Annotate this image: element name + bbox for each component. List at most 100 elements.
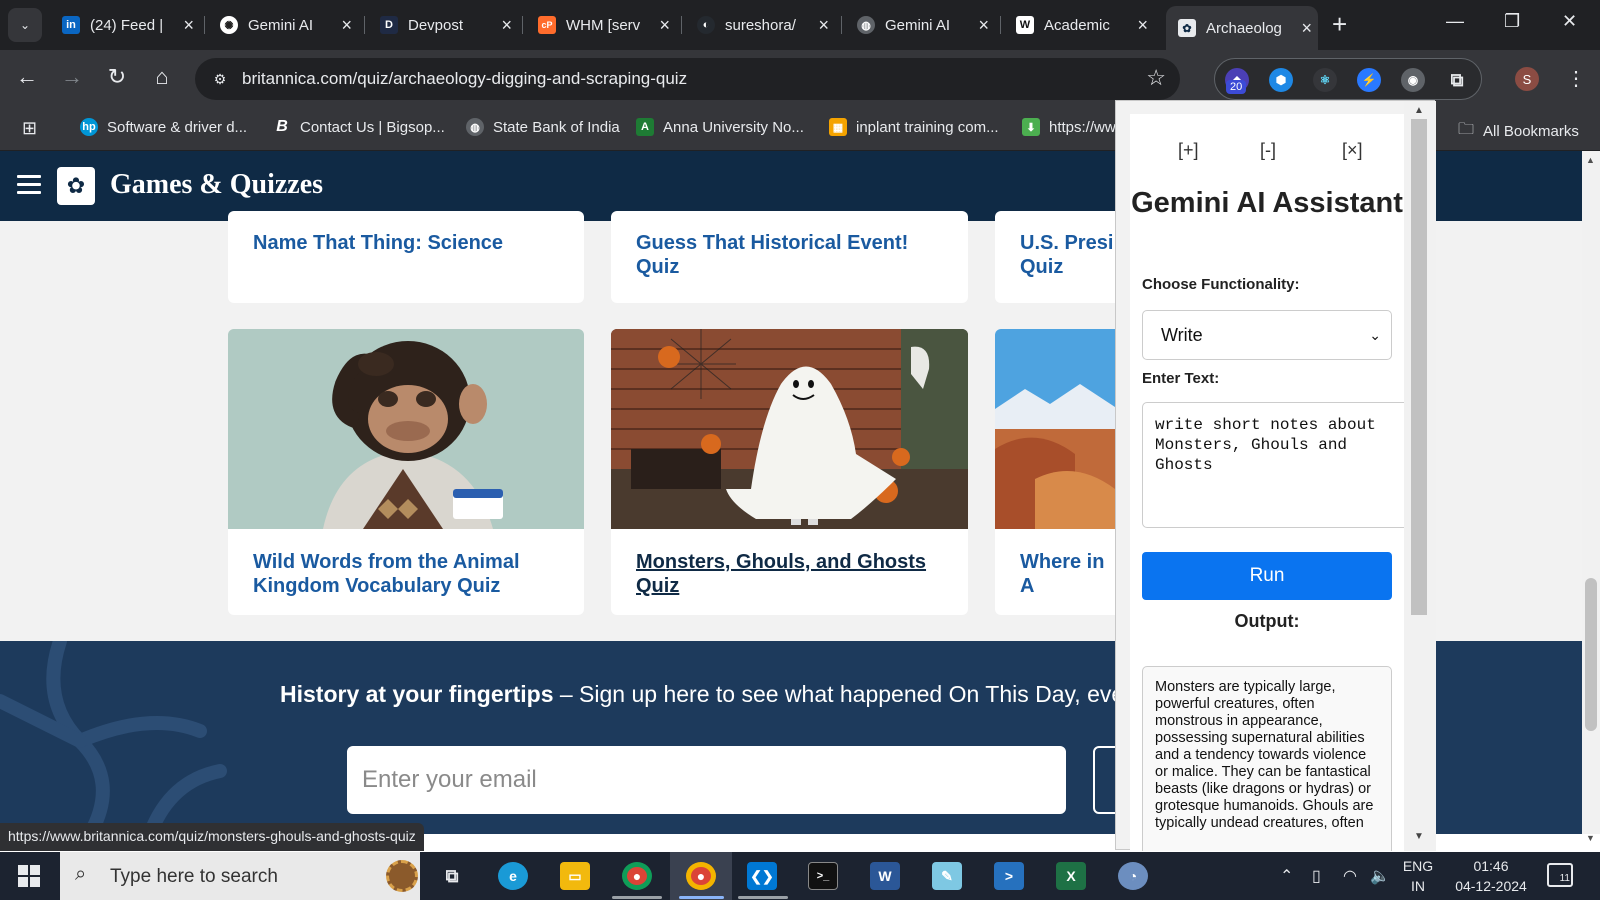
task-view-icon[interactable]: ⧉ [437,862,467,890]
clock[interactable]: 01:46 04-12-2024 [1446,858,1536,894]
newsletter-tagline: – Sign up here to see what happened On T… [553,681,1144,707]
address-bar[interactable]: ⚙ britannica.com/quiz/archaeology-diggin… [195,58,1180,100]
notepad-icon[interactable]: ✎ [932,862,962,890]
prompt-textarea[interactable]: write short notes about Monsters, Ghouls… [1142,402,1404,528]
tab-title: (24) Feed | [90,16,164,34]
ghost-costume-photo[interactable] [611,329,968,529]
close-tab-icon[interactable]: × [183,15,194,36]
tab-devpost[interactable]: D Devpost × [368,8,518,42]
bookmark-sbi[interactable]: ◍ State Bank of India [466,118,620,136]
windows-start-icon[interactable] [18,865,40,887]
page-scrollbar-thumb[interactable] [1585,578,1597,731]
close-tab-icon[interactable]: × [1301,18,1312,39]
menu-kebab-icon[interactable]: ⋮ [1566,66,1586,91]
edge-icon[interactable]: e [498,862,528,890]
bookmark-https[interactable]: ⬇ https://ww [1022,118,1116,136]
quiz-card-title[interactable]: U.S. Presi Quiz [1020,231,1120,279]
functionality-select[interactable]: Write ⌄ [1142,310,1392,360]
quiz-card-title[interactable]: Guess That Historical Event! Quiz [636,231,936,279]
quiz-card[interactable]: Monsters, Ghouls, and Ghosts Quiz [611,329,968,615]
notification-center-icon[interactable]: 11 [1547,863,1573,887]
extensions-puzzle-icon[interactable]: ⧉ [1445,68,1469,92]
panel-scrollbar-thumb[interactable] [1411,119,1427,615]
tab-gemini-ai[interactable]: ✺ Gemini AI × [208,8,358,42]
bookmark-hp[interactable]: hp Software & driver d... [80,118,247,136]
panel-scroll-down-arrow[interactable]: ▼ [1414,831,1424,842]
show-hidden-icons[interactable]: ⌃ [1280,866,1293,886]
bookmark-anna-univ[interactable]: A Anna University No... [636,118,804,136]
taskbar-search[interactable]: ⌕ Type here to search [60,852,420,900]
quiz-card-title[interactable]: Where in A [1020,550,1120,598]
quiz-card-title-hovered[interactable]: Monsters, Ghouls, and Ghosts Quiz [636,550,946,598]
react-devtools-icon[interactable]: ⚛ [1313,68,1337,92]
bookmark-star-icon[interactable]: ☆ [1146,65,1166,91]
tab-search-button[interactable]: ⌄ [8,8,42,42]
forward-icon[interactable]: → [57,64,87,90]
file-explorer-icon[interactable]: ▭ [560,862,590,890]
tab-archaeology-active[interactable]: ✿ Archaeolog × [1166,6,1318,50]
powershell-icon[interactable]: > [994,862,1024,890]
hamburger-menu-icon[interactable] [17,175,41,195]
site-title[interactable]: Games & Quizzes [110,169,323,201]
close-tab-icon[interactable]: × [501,15,512,36]
vscode-icon[interactable]: ❮❯ [747,862,777,890]
excel-icon[interactable]: X [1056,862,1086,890]
expand-button[interactable]: [+] [1178,140,1199,161]
paint-icon[interactable]: ◔ [1118,862,1148,890]
volume-icon[interactable]: 🔈 [1370,866,1390,886]
tab-github[interactable]: ◐ sureshora/ × [685,8,835,42]
tab-academic[interactable]: W Academic × [1004,8,1154,42]
quiz-card[interactable]: Name That Thing: Science [228,211,584,303]
close-window-icon[interactable]: ✕ [1562,11,1577,32]
reload-icon[interactable]: ↻ [102,64,132,90]
minimize-icon[interactable]: — [1446,11,1464,32]
quiz-card-title[interactable]: Wild Words from the Animal Kingdom Vocab… [253,550,563,598]
collapse-button[interactable]: [-] [1260,140,1276,161]
language-indicator[interactable]: ENG IN [1400,858,1436,894]
chimpanzee-photo[interactable] [228,329,584,529]
chrome-icon[interactable]: ● [622,862,652,890]
back-icon[interactable]: ← [12,64,42,90]
scroll-down-arrow[interactable]: ▼ [1586,833,1595,843]
bookmark-inplant[interactable]: ▦ inplant training com... [829,118,999,136]
tab-title: Archaeolog [1206,19,1282,37]
extension-blue-icon[interactable]: ⬢ [1269,68,1293,92]
battery-icon[interactable]: ▯ [1312,866,1321,886]
gemini-extension-icon[interactable]: ◉ [1401,68,1425,92]
email-input[interactable]: Enter your email [347,746,1066,814]
run-button[interactable]: Run [1142,552,1392,600]
close-tab-icon[interactable]: × [1137,15,1148,36]
close-tab-icon[interactable]: × [978,15,989,36]
all-bookmarks[interactable]: 🗀 All Bookmarks [1458,118,1579,145]
bookmark-label: Anna University No... [663,118,804,136]
extension-bolt-icon[interactable]: ⚡ [1357,68,1381,92]
chrome-profile-icon[interactable]: ● [686,862,716,890]
apps-grid-icon[interactable]: ⊞ [22,118,37,139]
folder-icon: 🗀 [1458,121,1475,138]
new-tab-icon[interactable]: + [1332,11,1347,37]
tab-linkedin[interactable]: in (24) Feed | × [50,8,200,42]
panel-scroll-up-arrow[interactable]: ▲ [1414,105,1424,116]
page-scrollbar[interactable] [1582,151,1600,834]
tab-title: Gemini AI [248,16,314,34]
close-tab-icon[interactable]: × [341,15,352,36]
url-text[interactable]: britannica.com/quiz/archaeology-digging-… [242,69,687,89]
close-panel-button[interactable]: [×] [1342,140,1363,161]
restore-icon[interactable]: ❐ [1504,11,1520,32]
word-icon[interactable]: W [870,862,900,890]
terminal-icon[interactable]: >_ [808,862,838,890]
tab-gemini-ai-2[interactable]: ◍ Gemini AI × [845,8,995,42]
quiz-card-title[interactable]: Name That Thing: Science [253,231,573,255]
tab-whm[interactable]: cP WHM [serv × [526,8,676,42]
quiz-card[interactable]: Guess That Historical Event! Quiz [611,211,968,303]
quiz-card[interactable]: Wild Words from the Animal Kingdom Vocab… [228,329,584,615]
bookmark-bigsop[interactable]: B Contact Us | Bigsop... [273,118,445,136]
close-tab-icon[interactable]: × [818,15,829,36]
britannica-logo[interactable]: ✿ [57,167,95,205]
profile-avatar[interactable]: S [1515,67,1539,91]
home-icon[interactable]: ⌂ [147,64,177,90]
site-info-icon[interactable]: ⚙ [209,68,231,90]
wifi-icon[interactable]: ◠ [1343,866,1357,886]
close-tab-icon[interactable]: × [659,15,670,36]
scroll-up-arrow[interactable]: ▲ [1586,155,1595,165]
